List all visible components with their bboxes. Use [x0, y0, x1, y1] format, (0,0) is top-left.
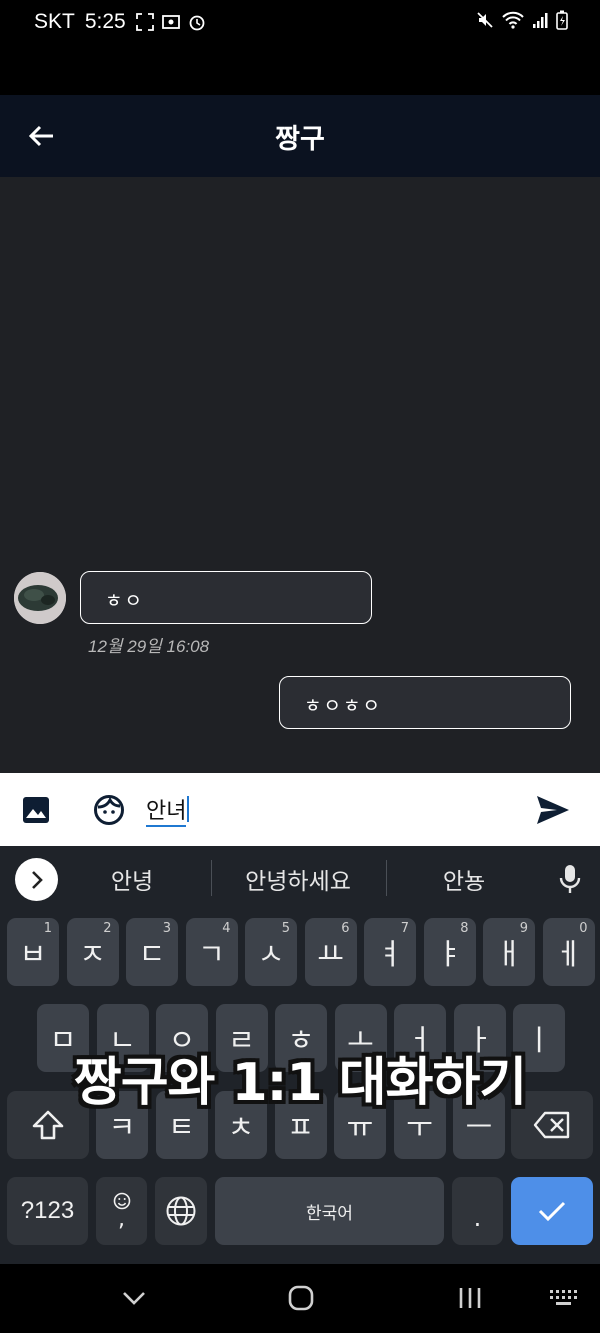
- incoming-message-bubble[interactable]: ㅎㅇ: [80, 571, 372, 624]
- screenshot-icon: [135, 13, 154, 31]
- backspace-icon: [533, 1111, 570, 1139]
- recents-icon: [459, 1288, 481, 1308]
- key-number-hint: 2: [103, 921, 112, 936]
- message-input[interactable]: 안녀: [146, 793, 506, 827]
- mute-icon: [477, 12, 493, 28]
- nav-keyboard-switch-button[interactable]: [548, 1284, 580, 1316]
- comma-label: ,: [118, 1207, 125, 1232]
- key-number-hint: 1: [43, 921, 52, 936]
- screen-record-icon: [161, 15, 180, 29]
- key-label: ㅈ: [79, 937, 106, 971]
- text-cursor: [187, 796, 190, 822]
- key-10[interactable]: ㅔ0: [542, 918, 595, 986]
- send-button[interactable]: [536, 795, 570, 825]
- key-label: ㄱ: [198, 937, 225, 971]
- key-label: ㅅ: [257, 937, 285, 971]
- key-1[interactable]: ㅂ1: [7, 918, 59, 986]
- clock: 5:25: [84, 10, 126, 33]
- key-number-hint: 6: [341, 921, 350, 936]
- key-number-hint: 0: [579, 921, 588, 936]
- send-icon: [537, 796, 569, 824]
- nav-recents-button[interactable]: [456, 1284, 484, 1316]
- chat-title: 짱구: [275, 124, 325, 155]
- enter-key[interactable]: [511, 1177, 593, 1245]
- message-input-value: 안녀: [146, 799, 187, 827]
- suggestion-3[interactable]: 안뇽: [404, 862, 524, 896]
- suggestion-strip: 안녕 안녕하세요 안뇽: [0, 846, 600, 912]
- suggestion-divider: [386, 860, 387, 896]
- key-number-hint: 3: [162, 921, 171, 936]
- home-icon: [288, 1285, 314, 1311]
- key-number-hint: 4: [222, 921, 231, 936]
- space-key[interactable]: 한국어: [215, 1177, 444, 1245]
- key-label: ㅛ: [317, 937, 344, 971]
- key-label: ㅔ: [555, 937, 582, 971]
- message-timestamp: 12월 29일 16:08: [88, 637, 210, 656]
- message-input-bar: 안녀: [0, 773, 600, 846]
- voice-input-button[interactable]: [559, 864, 581, 894]
- suggestion-divider: [211, 860, 212, 896]
- key-label: ㄷ: [138, 937, 166, 971]
- language-key[interactable]: [155, 1177, 207, 1245]
- keyboard-icon: [550, 1290, 577, 1305]
- suggestion-1[interactable]: 안녕: [72, 862, 192, 896]
- key-number-hint: 9: [519, 921, 528, 936]
- emoticon-button[interactable]: [94, 795, 124, 825]
- alarm-icon: [189, 15, 205, 31]
- wifi-icon: [502, 11, 524, 29]
- face-icon: [94, 795, 124, 825]
- system-nav-bar: [0, 1264, 600, 1333]
- key-6[interactable]: ㅛ6: [304, 918, 357, 986]
- key-2[interactable]: ㅈ2: [66, 918, 119, 986]
- status-left: SKT 5:25: [34, 10, 206, 34]
- key-3[interactable]: ㄷ3: [126, 918, 178, 986]
- key-number-hint: 8: [460, 921, 469, 936]
- key-9[interactable]: ㅐ9: [483, 918, 535, 986]
- keyboard-toolbar-button[interactable]: [15, 858, 58, 901]
- emoji-comma-key[interactable]: ,: [96, 1177, 147, 1245]
- key-label: ㅑ: [436, 937, 463, 971]
- key-number-hint: 5: [281, 921, 290, 936]
- outgoing-message-bubble[interactable]: ㅎㅇㅎㅇ: [279, 676, 571, 729]
- key-7[interactable]: ㅕ7: [364, 918, 416, 986]
- globe-icon: [166, 1196, 196, 1226]
- video-caption: 짱구와 1:1 대화하기: [73, 1053, 527, 1113]
- checkmark-icon: [538, 1201, 566, 1222]
- nav-home-button[interactable]: [287, 1284, 315, 1316]
- avatar-photo-icon: [14, 572, 66, 624]
- key-label: ㅕ: [376, 937, 404, 971]
- status-right: [476, 10, 568, 30]
- carrier-label: SKT: [34, 10, 75, 33]
- image-icon: [23, 797, 49, 823]
- symbols-key[interactable]: ?123: [7, 1177, 88, 1245]
- chevron-right-icon: [31, 870, 43, 889]
- status-notification-icons: [135, 13, 206, 31]
- status-bar: SKT 5:25: [0, 0, 600, 44]
- attach-image-button[interactable]: [22, 796, 50, 824]
- key-label: ㅂ: [19, 937, 47, 971]
- microphone-icon: [559, 865, 581, 893]
- key-5[interactable]: ㅅ5: [245, 918, 297, 986]
- suggestion-2[interactable]: 안녕하세요: [218, 862, 378, 896]
- friend-avatar[interactable]: [14, 572, 66, 624]
- key-label: ㅐ: [495, 937, 523, 971]
- nav-hide-keyboard-button[interactable]: [120, 1284, 148, 1316]
- key-4[interactable]: ㄱ4: [185, 918, 238, 986]
- period-key[interactable]: .: [452, 1177, 503, 1245]
- signal-icon: [533, 13, 548, 28]
- key-8[interactable]: ㅑ8: [423, 918, 476, 986]
- app-bar: 짱구: [0, 95, 600, 177]
- chat-message-list[interactable]: ㅎㅇ 12월 29일 16:08 ㅎㅇㅎㅇ: [0, 177, 600, 773]
- battery-charging-icon: [556, 10, 568, 30]
- key-number-hint: 7: [400, 921, 409, 936]
- chevron-down-icon: [123, 1292, 145, 1305]
